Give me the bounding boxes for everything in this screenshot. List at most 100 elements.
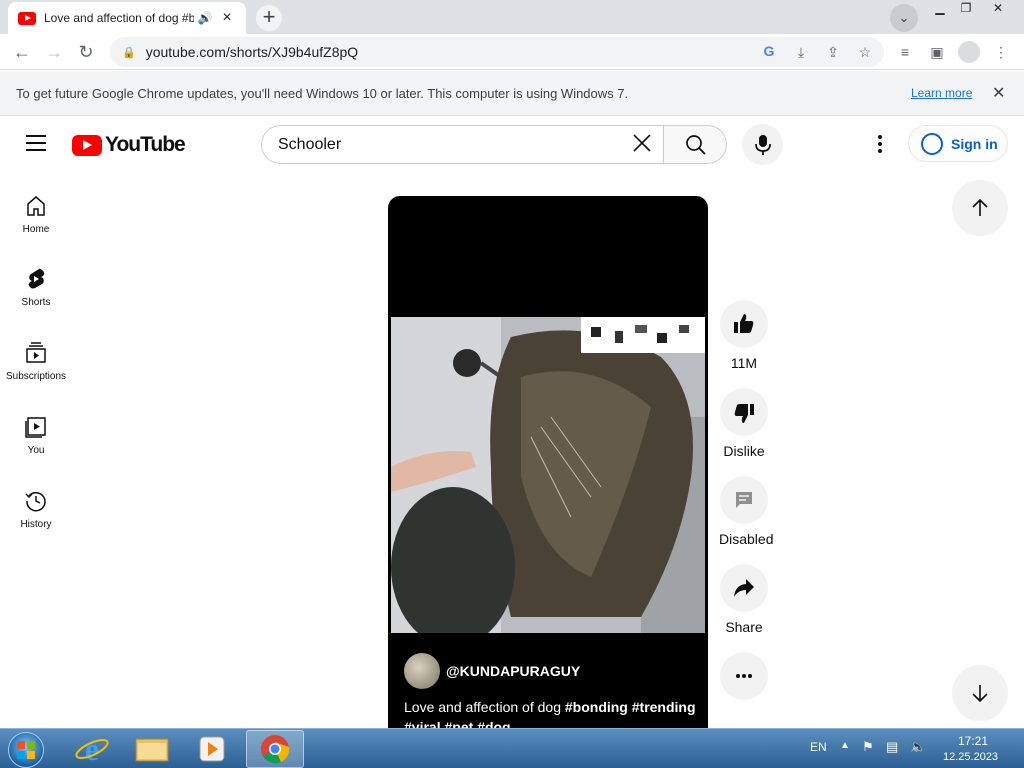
forward-button[interactable]: →	[42, 40, 66, 64]
sidebar-label: Home	[22, 224, 50, 235]
restore-button[interactable]: ❐	[952, 0, 980, 18]
media-player-icon[interactable]	[186, 731, 238, 767]
arrow-down-icon	[972, 685, 988, 703]
next-short-button[interactable]	[952, 665, 1008, 721]
share-label: Share	[725, 619, 763, 635]
tab-close-icon[interactable]: ×	[216, 9, 238, 27]
comments-button[interactable]: Disabled	[719, 476, 774, 547]
more-actions-button[interactable]	[719, 652, 769, 700]
tab-youtube[interactable]: Love and affection of dog #b 🔊 ×	[8, 2, 246, 34]
previous-short-button[interactable]	[952, 180, 1008, 236]
new-tab-button[interactable]: +	[256, 5, 282, 31]
shorts-icon	[28, 268, 45, 289]
caption-text: Love and affection of dog	[404, 699, 565, 715]
caption-hashtags-2[interactable]: #viral #pet #dog	[404, 719, 511, 728]
action-center-icon[interactable]: ⚑	[862, 739, 874, 755]
chrome-taskbar-button[interactable]	[246, 730, 304, 768]
channel-name[interactable]: @KUNDAPURAGUY	[446, 663, 580, 679]
windows-logo-icon	[17, 741, 35, 759]
sidebar-item-you[interactable]: You	[0, 415, 72, 456]
more-horizontal-icon	[736, 674, 752, 678]
back-button[interactable]: ←	[10, 40, 34, 64]
comments-label: Disabled	[719, 531, 774, 547]
close-window-button[interactable]: ✕	[984, 0, 1012, 18]
voice-search-button[interactable]	[742, 124, 783, 165]
show-hidden-icons-icon[interactable]: ▲	[840, 740, 850, 751]
account-icon	[921, 132, 943, 155]
internet-explorer-icon[interactable]: e	[66, 731, 118, 767]
profile-icon[interactable]	[958, 41, 980, 63]
chrome-menu-icon[interactable]: ⋮	[992, 44, 1010, 61]
reload-button[interactable]: ↻	[74, 40, 98, 64]
more-circle[interactable]	[720, 652, 768, 700]
like-count: 11M	[730, 355, 758, 371]
side-panel-icon[interactable]: ▣	[928, 44, 946, 61]
minimize-button[interactable]: ▁	[926, 0, 954, 18]
youtube-favicon-icon	[18, 11, 36, 25]
share-button[interactable]: Share	[719, 564, 769, 635]
short-video-player[interactable]: @KUNDAPURAGUY Love and affection of dog …	[388, 196, 708, 728]
thumbs-down-icon	[734, 404, 754, 423]
comment-icon	[736, 492, 752, 508]
microphone-icon	[755, 135, 771, 155]
caption-hashtags-1[interactable]: #bonding #trending	[565, 699, 696, 715]
menu-icon[interactable]	[26, 135, 46, 151]
network-icon[interactable]: ▤	[886, 739, 898, 755]
update-infobar: To get future Google Chrome updates, you…	[0, 71, 1024, 116]
clock-date[interactable]: 12.25.2023	[943, 751, 998, 763]
like-button[interactable]: 11M	[719, 300, 769, 371]
sidebar-item-home[interactable]: Home	[0, 194, 72, 235]
subscriptions-icon	[26, 342, 46, 363]
browser-toolbar: ← → ↻ 🔒 youtube.com/shorts/XJ9b4ufZ8pQ G…	[0, 34, 1024, 70]
you-icon	[25, 417, 46, 438]
short-caption[interactable]: Love and affection of dog #bonding #tren…	[404, 697, 700, 728]
video-frame[interactable]	[391, 317, 705, 633]
dog-bath-image	[391, 317, 705, 633]
sidebar-label: You	[27, 445, 45, 456]
clear-search-icon[interactable]	[632, 133, 652, 157]
lock-icon[interactable]: 🔒	[122, 46, 136, 59]
speaker-icon[interactable]: 🔊	[194, 11, 216, 25]
bookmark-star-icon[interactable]: ☆	[856, 44, 874, 61]
sidebar-item-subscriptions[interactable]: Subscriptions	[0, 341, 72, 382]
dislike-button[interactable]: Dislike	[719, 388, 769, 459]
language-indicator[interactable]: EN	[810, 740, 827, 754]
channel-avatar[interactable]	[404, 653, 440, 689]
media-control-icon[interactable]: ≡	[896, 44, 914, 60]
learn-more-link[interactable]: Learn more	[911, 86, 972, 100]
share-icon	[734, 579, 754, 597]
sign-in-button[interactable]: Sign in	[908, 125, 1008, 162]
dislike-label: Dislike	[723, 443, 765, 459]
google-lens-icon[interactable]: G	[760, 43, 778, 59]
sidebar-label: History	[20, 519, 52, 530]
share-page-icon[interactable]: ⇪	[824, 44, 842, 61]
settings-kebab-icon[interactable]	[878, 135, 884, 155]
file-explorer-icon[interactable]	[126, 731, 178, 767]
svg-text:e: e	[85, 731, 99, 767]
arrow-up-icon	[972, 198, 988, 216]
tab-strip: Love and affection of dog #b 🔊 × + ⌄ ▁ ❐…	[0, 0, 1024, 34]
volume-icon[interactable]: 🔈	[910, 739, 926, 755]
url-text[interactable]: youtube.com/shorts/XJ9b4ufZ8pQ	[146, 44, 358, 60]
search-input[interactable]: Schooler	[261, 125, 664, 164]
comments-circle[interactable]	[720, 476, 768, 524]
infobar-close-icon[interactable]: ✕	[992, 83, 1005, 103]
install-icon[interactable]: ⤓	[792, 44, 810, 61]
clock-time[interactable]: 17:21	[958, 734, 988, 748]
like-circle[interactable]	[720, 300, 768, 348]
youtube-logo[interactable]: YouTube	[72, 133, 186, 157]
search-button[interactable]	[663, 125, 727, 164]
sidebar-label: Subscriptions	[5, 371, 67, 382]
windows-taskbar: e EN ▲ ⚑ ▤ 🔈 17:21 12.25.2023	[0, 728, 1024, 768]
search-value: Schooler	[278, 135, 342, 153]
sidebar-item-shorts[interactable]: Shorts	[0, 267, 72, 308]
sidebar-item-history[interactable]: History	[0, 489, 72, 530]
youtube-play-icon	[72, 134, 102, 156]
tab-title: Love and affection of dog #b	[44, 11, 194, 25]
tab-search-button[interactable]: ⌄	[890, 4, 918, 32]
infobar-message: To get future Google Chrome updates, you…	[16, 86, 629, 101]
dislike-circle[interactable]	[720, 388, 768, 436]
share-circle[interactable]	[720, 564, 768, 612]
start-button[interactable]	[8, 732, 44, 768]
chrome-icon	[261, 735, 290, 764]
